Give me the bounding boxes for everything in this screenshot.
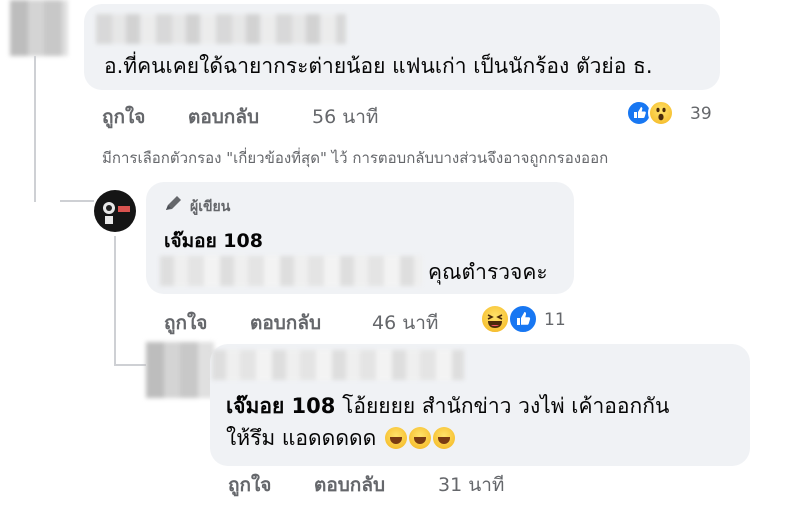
reply-time: 46 นาที bbox=[372, 312, 439, 334]
face-with-tears-of-joy-icon bbox=[432, 427, 455, 449]
reply-text-line1: โอ้ยยยย สำนักข่าว วงไพ่ เค้าออกกัน bbox=[335, 394, 670, 418]
thread-line bbox=[114, 236, 116, 364]
reply-time: 31 นาที bbox=[438, 474, 505, 496]
face-with-tears-of-joy-icon bbox=[408, 427, 431, 449]
thread-connector bbox=[60, 200, 94, 202]
blurred-author-name bbox=[212, 350, 464, 380]
author-badge: ผู้เขียน bbox=[190, 199, 231, 215]
thread-connector bbox=[114, 364, 146, 366]
reply-button[interactable]: ตอบกลับ bbox=[188, 102, 259, 132]
mention-link[interactable]: เจ๊มอย 108 bbox=[226, 394, 335, 418]
reaction-count[interactable]: 39 bbox=[690, 104, 712, 124]
reply-text-line2: ให้รึม แอดดดดด bbox=[226, 426, 377, 450]
comment-text: อ.ที่คนเคยใด้ฉายากระต่ายน้อย แฟนเก่า เป็… bbox=[104, 54, 653, 78]
reaction-count[interactable]: 11 bbox=[544, 310, 566, 330]
blurred-text bbox=[160, 256, 422, 286]
pencil-icon bbox=[164, 194, 184, 212]
haha-icon bbox=[480, 304, 510, 334]
like-button[interactable]: ถูกใจ bbox=[164, 308, 207, 338]
face-with-tears-of-joy-icon bbox=[384, 427, 407, 449]
reply-button[interactable]: ตอบกลับ bbox=[314, 470, 385, 500]
like-icon bbox=[508, 304, 538, 334]
like-button[interactable]: ถูกใจ bbox=[102, 102, 145, 132]
comment-time: 56 นาที bbox=[312, 106, 379, 128]
thread-line bbox=[34, 56, 36, 202]
reply-author[interactable]: เจ๊มอย 108 bbox=[164, 226, 263, 256]
reply-text: คุณตำรวจคะ bbox=[428, 260, 548, 284]
reply-text-line2-wrap: ให้รึม แอดดดดด bbox=[226, 422, 455, 454]
reply-button[interactable]: ตอบกลับ bbox=[250, 308, 321, 338]
blurred-author-name bbox=[96, 14, 346, 44]
wow-icon bbox=[648, 100, 674, 126]
blurred-avatar bbox=[10, 0, 68, 56]
reply-text: เจ๊มอย 108 โอ้ยยยย สำนักข่าว วงไพ่ เค้าอ… bbox=[226, 390, 669, 422]
author-avatar[interactable] bbox=[94, 190, 136, 232]
like-button[interactable]: ถูกใจ bbox=[228, 470, 271, 500]
filter-notice: มีการเลือกตัวกรอง "เกี่ยวข้องที่สุด" ไว้… bbox=[102, 149, 609, 167]
blurred-avatar bbox=[146, 342, 214, 398]
